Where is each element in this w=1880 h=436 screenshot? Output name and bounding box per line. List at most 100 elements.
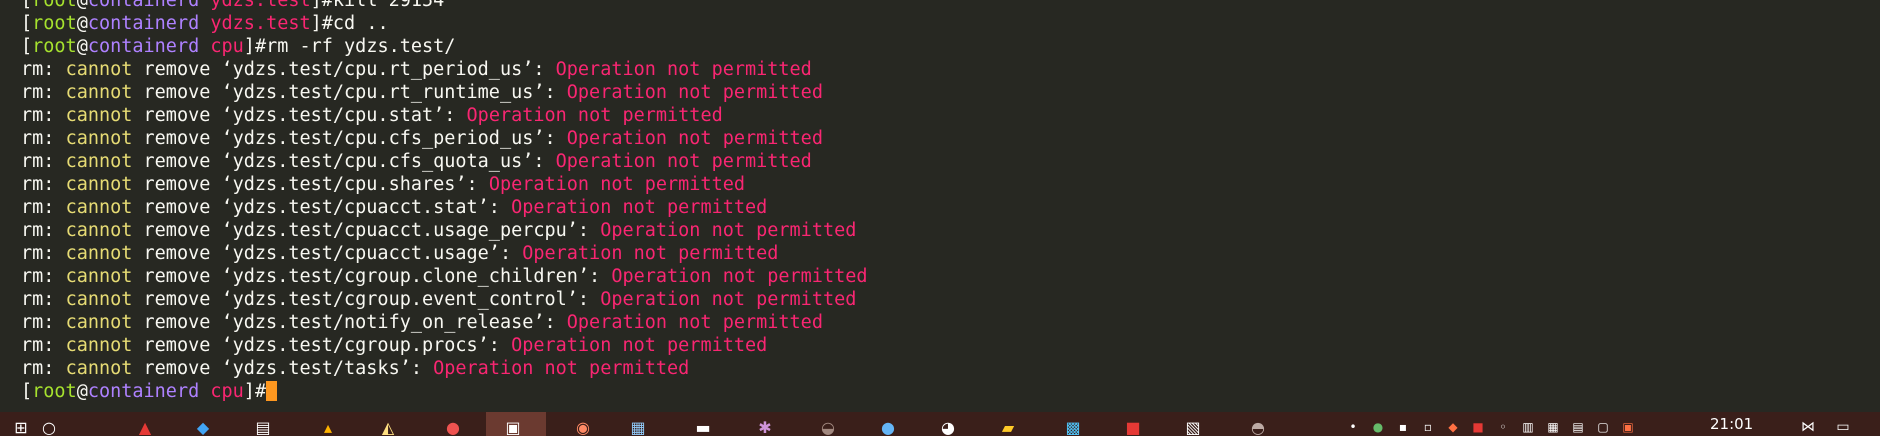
- prompt-dir: ydzs.test: [210, 13, 311, 34]
- app-icon-4[interactable]: ◉: [570, 416, 596, 436]
- notepad-icon[interactable]: ▤: [250, 416, 276, 436]
- error-message: Operation not permitted: [466, 105, 723, 126]
- windows-start-icon[interactable]: ⊞: [8, 416, 34, 436]
- error-verb: remove: [132, 128, 222, 149]
- app-icon-7[interactable]: ✱: [752, 416, 778, 436]
- error-prefix: rm:: [21, 289, 66, 310]
- app-icon-14[interactable]: ◓: [1245, 416, 1271, 436]
- error-path: ‘ydzs.test/notify_on_release’:: [221, 312, 567, 333]
- bracket-close: ]: [243, 36, 255, 57]
- app-icon-11[interactable]: ▩: [1060, 416, 1086, 436]
- tray-icon-6[interactable]: ■: [1465, 416, 1491, 436]
- error-verb: remove: [132, 312, 222, 333]
- prompt-line-current[interactable]: [root@containerd cpu]#: [21, 380, 868, 403]
- terminal-cursor[interactable]: [266, 381, 278, 401]
- bracket-open: [: [21, 381, 33, 402]
- prompt-user: root: [32, 381, 77, 402]
- error-verb: remove: [132, 105, 222, 126]
- error-message: Operation not permitted: [433, 358, 690, 379]
- error-keyword: cannot: [65, 197, 133, 218]
- error-keyword: cannot: [65, 266, 133, 287]
- error-path: ‘ydzs.test/cpu.stat’:: [221, 105, 467, 126]
- app-icon-1[interactable]: ▲: [132, 416, 158, 436]
- error-line: rm: cannot remove ‘ydzs.test/cpuacct.sta…: [21, 196, 868, 219]
- error-prefix: rm:: [21, 358, 66, 379]
- error-message: Operation not permitted: [611, 266, 868, 287]
- error-line: rm: cannot remove ‘ydzs.test/cpu.rt_peri…: [21, 58, 868, 81]
- vscode-icon[interactable]: ◆: [190, 416, 216, 436]
- error-prefix: rm:: [21, 128, 66, 149]
- error-message: Operation not permitted: [566, 312, 823, 333]
- app-icon-3[interactable]: ◭: [375, 416, 401, 436]
- error-path: ‘ydzs.test/cpu.cfs_quota_us’:: [221, 151, 556, 172]
- error-keyword: cannot: [65, 82, 133, 103]
- command-text: rm -rf ydzs.test/: [266, 36, 456, 57]
- error-line: rm: cannot remove ‘ydzs.test/notify_on_r…: [21, 311, 868, 334]
- error-line: rm: cannot remove ‘ydzs.test/cgroup.clon…: [21, 265, 868, 288]
- error-verb: remove: [132, 335, 222, 356]
- terminal-app-icon[interactable]: ▣: [500, 416, 526, 436]
- app-icon-6[interactable]: ▬: [690, 416, 716, 436]
- error-line: rm: cannot remove ‘ydzs.test/cpuacct.usa…: [21, 219, 868, 242]
- error-line: rm: cannot remove ‘ydzs.test/cpu.rt_runt…: [21, 81, 868, 104]
- error-prefix: rm:: [21, 105, 66, 126]
- error-message: Operation not permitted: [566, 82, 823, 103]
- search-icon[interactable]: ○: [36, 416, 62, 436]
- tray-icon-8[interactable]: ▥: [1515, 416, 1541, 436]
- prompt-hash: #: [321, 0, 333, 11]
- tray-icon-2[interactable]: ●: [1365, 416, 1391, 436]
- error-line: rm: cannot remove ‘ydzs.test/cpu.stat’: …: [21, 104, 868, 127]
- error-line: rm: cannot remove ‘ydzs.test/cgroup.even…: [21, 288, 868, 311]
- app-icon-8[interactable]: ◒: [815, 416, 841, 436]
- error-line: rm: cannot remove ‘ydzs.test/cpu.cfs_quo…: [21, 150, 868, 173]
- app-icon-12[interactable]: ■: [1120, 416, 1146, 436]
- tray-icon-12[interactable]: ▣: [1615, 416, 1641, 436]
- app-icon-5[interactable]: ▦: [625, 416, 651, 436]
- folder-icon[interactable]: ▰: [995, 416, 1021, 436]
- error-line: rm: cannot remove ‘ydzs.test/tasks’: Ope…: [21, 357, 868, 380]
- prompt-host: containerd: [87, 13, 200, 34]
- prompt-at: @: [76, 381, 88, 402]
- chrome-icon[interactable]: ●: [440, 416, 466, 436]
- taskbar-clock[interactable]: 21:01: [1710, 415, 1753, 433]
- error-verb: remove: [132, 151, 222, 172]
- tray-icon-13[interactable]: ⋈: [1795, 416, 1821, 436]
- app-icon-13[interactable]: ▧: [1180, 416, 1206, 436]
- error-prefix: rm:: [21, 335, 66, 356]
- terminal-window[interactable]: [root@containerd ydzs.test]#kill 29154 […: [0, 0, 1880, 412]
- error-line: rm: cannot remove ‘ydzs.test/cpu.cfs_per…: [21, 127, 868, 150]
- prompt-hash: #: [254, 36, 267, 57]
- error-path: ‘ydzs.test/cgroup.clone_children’:: [221, 266, 612, 287]
- tray-icon-5[interactable]: ◆: [1440, 416, 1466, 436]
- error-prefix: rm:: [21, 197, 66, 218]
- error-keyword: cannot: [65, 358, 133, 379]
- error-verb: remove: [132, 82, 222, 103]
- prompt-hash: #: [254, 381, 267, 402]
- error-keyword: cannot: [65, 243, 133, 264]
- tray-icon-3[interactable]: ▪: [1390, 416, 1416, 436]
- tray-icon-4[interactable]: ▫: [1415, 416, 1441, 436]
- error-path: ‘ydzs.test/cgroup.procs’:: [221, 335, 512, 356]
- error-verb: remove: [132, 289, 222, 310]
- tray-icon-10[interactable]: ▤: [1565, 416, 1591, 436]
- error-path: ‘ydzs.test/tasks’:: [221, 358, 434, 379]
- bracket-close: ]: [310, 0, 322, 11]
- tray-icon-9[interactable]: ▦: [1540, 416, 1566, 436]
- error-path: ‘ydzs.test/cpu.shares’:: [221, 174, 489, 195]
- app-icon-2[interactable]: ▴: [315, 416, 341, 436]
- app-icon-10[interactable]: ◕: [935, 416, 961, 436]
- error-keyword: cannot: [65, 312, 133, 333]
- error-prefix: rm:: [21, 312, 66, 333]
- prompt-at: @: [76, 13, 88, 34]
- error-keyword: cannot: [65, 128, 133, 149]
- error-path: ‘ydzs.test/cpu.cfs_period_us’:: [221, 128, 567, 149]
- prompt-user: root: [32, 36, 77, 57]
- notification-icon[interactable]: ▭: [1830, 416, 1856, 436]
- error-keyword: cannot: [65, 59, 133, 80]
- tray-icon-11[interactable]: ▢: [1590, 416, 1616, 436]
- tray-icon-7[interactable]: ◦: [1490, 416, 1516, 436]
- error-line: rm: cannot remove ‘ydzs.test/cpuacct.usa…: [21, 242, 868, 265]
- app-icon-9[interactable]: ●: [875, 416, 901, 436]
- tray-icon-1[interactable]: •: [1340, 416, 1366, 436]
- error-path: ‘ydzs.test/cgroup.event_control’:: [221, 289, 601, 310]
